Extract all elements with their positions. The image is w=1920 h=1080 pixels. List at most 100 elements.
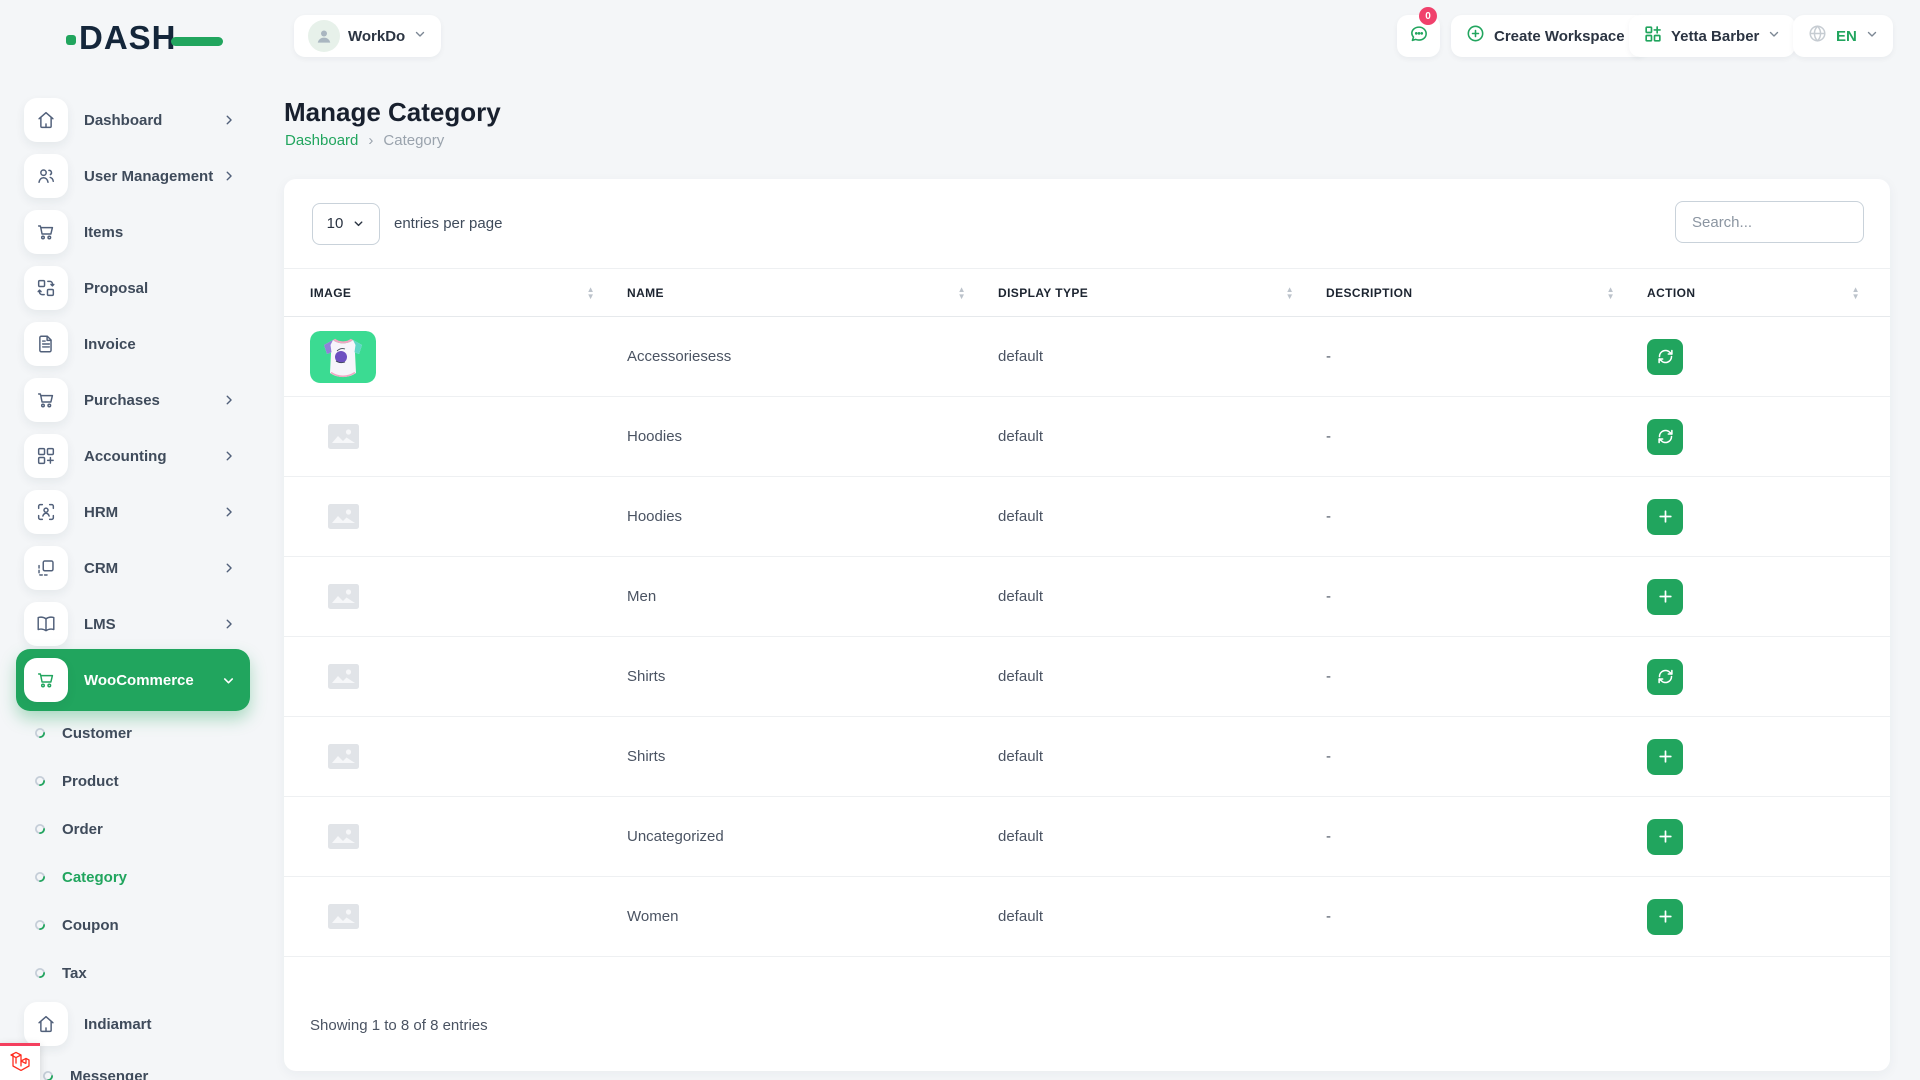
chat-bubble-icon xyxy=(1408,23,1430,50)
image-cell xyxy=(284,557,617,637)
chevron-right-icon xyxy=(222,505,236,519)
sidebar-item-messenger[interactable]: Messenger xyxy=(16,1048,250,1080)
language-menu[interactable]: EN xyxy=(1793,15,1893,57)
cart-icon xyxy=(24,378,68,422)
sidebar-subitem-coupon[interactable]: Coupon xyxy=(16,901,250,949)
sidebar-item-label: Dashboard xyxy=(84,112,222,129)
sidebar-item-crm[interactable]: CRM xyxy=(16,540,250,596)
name-cell: Shirts xyxy=(617,637,988,717)
action-cell xyxy=(1637,557,1890,637)
column-header-image[interactable]: IMAGE▲▼ xyxy=(284,269,617,317)
refresh-button[interactable] xyxy=(1647,659,1683,695)
sidebar-item-invoice[interactable]: Invoice xyxy=(16,316,250,372)
add-button[interactable] xyxy=(1647,579,1683,615)
bullet-icon xyxy=(34,775,46,787)
sidebar-item-dashboard[interactable]: Dashboard xyxy=(16,92,250,148)
home-icon xyxy=(24,98,68,142)
column-header-label: NAME xyxy=(627,286,664,300)
plus-icon xyxy=(1657,828,1674,845)
action-cell xyxy=(1637,717,1890,797)
bullet-icon xyxy=(34,727,46,739)
description-cell: - xyxy=(1316,797,1637,877)
sidebar-subitem-customer[interactable]: Customer xyxy=(16,709,250,757)
image-cell xyxy=(284,317,617,397)
sidebar-item-indiamart[interactable]: Indiamart xyxy=(16,996,250,1052)
name-cell: Women xyxy=(617,877,988,957)
sidebar-item-label: Purchases xyxy=(84,392,222,409)
sidebar-item-lms[interactable]: LMS xyxy=(16,596,250,652)
search-input[interactable] xyxy=(1675,201,1864,243)
create-workspace-button[interactable]: Create Workspace xyxy=(1451,15,1647,57)
table-row: Hoodiesdefault- xyxy=(284,397,1890,477)
sidebar-item-label: Proposal xyxy=(84,280,250,297)
sidebar-subitem-label: Customer xyxy=(62,725,132,742)
sidebar-item-purchases[interactable]: Purchases xyxy=(16,372,250,428)
column-header-display-type[interactable]: DISPLAY TYPE▲▼ xyxy=(988,269,1316,317)
plus-icon xyxy=(1657,748,1674,765)
invoice-icon xyxy=(24,322,68,366)
chevron-down-icon xyxy=(413,27,427,46)
sidebar-item-proposal[interactable]: Proposal xyxy=(16,260,250,316)
image-cell xyxy=(284,477,617,557)
name-cell: Men xyxy=(617,557,988,637)
image-placeholder-icon xyxy=(310,584,376,609)
refresh-icon xyxy=(1657,668,1674,685)
refresh-button[interactable] xyxy=(1647,339,1683,375)
chevron-down-icon xyxy=(1865,27,1879,46)
description-cell: - xyxy=(1316,477,1637,557)
sidebar-subitem-label: Tax xyxy=(62,965,87,982)
user-menu[interactable]: Yetta Barber xyxy=(1629,15,1795,57)
chevron-right-icon xyxy=(222,561,236,575)
refresh-button[interactable] xyxy=(1647,419,1683,455)
sort-arrows-icon: ▲▼ xyxy=(1286,286,1294,300)
bullet-icon xyxy=(42,1070,54,1080)
display-type-cell: default xyxy=(988,317,1316,397)
sidebar-subitem-label: Order xyxy=(62,821,103,838)
workspace-name: WorkDo xyxy=(348,28,405,45)
add-button[interactable] xyxy=(1647,899,1683,935)
image-placeholder-icon xyxy=(310,744,376,769)
breadcrumb-dashboard-link[interactable]: Dashboard xyxy=(285,132,358,149)
sidebar-item-label: Indiamart xyxy=(84,1016,250,1033)
sidebar-subitem-order[interactable]: Order xyxy=(16,805,250,853)
user-avatar-icon xyxy=(308,20,340,52)
add-button[interactable] xyxy=(1647,499,1683,535)
name-cell: Accessoriesess xyxy=(617,317,988,397)
sidebar-item-items[interactable]: Items xyxy=(16,204,250,260)
sidebar-item-label: Items xyxy=(84,224,250,241)
image-placeholder-icon xyxy=(310,664,376,689)
sidebar-item-label: WooCommerce xyxy=(84,672,221,689)
column-header-action[interactable]: ACTION▲▼ xyxy=(1637,269,1890,317)
display-type-cell: default xyxy=(988,477,1316,557)
add-button[interactable] xyxy=(1647,819,1683,855)
sidebar-item-label: LMS xyxy=(84,616,222,633)
action-cell xyxy=(1637,877,1890,957)
column-header-name[interactable]: NAME▲▼ xyxy=(617,269,988,317)
sidebar-subitem-label: Coupon xyxy=(62,917,119,934)
entries-per-page-label: entries per page xyxy=(394,215,502,232)
refresh-icon xyxy=(1657,348,1674,365)
sidebar-subitem-tax[interactable]: Tax xyxy=(16,949,250,997)
entries-per-page-select[interactable]: 10 xyxy=(312,203,380,245)
sidebar-item-hrm[interactable]: HRM xyxy=(16,484,250,540)
sidebar-subitem-category[interactable]: Category xyxy=(16,853,250,901)
sort-arrows-icon: ▲▼ xyxy=(1607,286,1615,300)
sidebar-subitem-label: Category xyxy=(62,869,127,886)
breadcrumb: Dashboard › Category xyxy=(285,132,444,149)
app-logo[interactable]: DASH xyxy=(66,16,223,60)
laravel-debugbar-button[interactable] xyxy=(0,1043,40,1080)
sidebar-item-woocommerce[interactable]: WooCommerce xyxy=(16,649,250,711)
add-button[interactable] xyxy=(1647,739,1683,775)
logo-dot xyxy=(66,35,76,45)
table-row: Mendefault- xyxy=(284,557,1890,637)
workspace-switcher[interactable]: WorkDo xyxy=(294,15,441,57)
column-header-description[interactable]: DESCRIPTION▲▼ xyxy=(1316,269,1637,317)
sidebar-subitem-label: Product xyxy=(62,773,119,790)
sidebar-item-accounting[interactable]: Accounting xyxy=(16,428,250,484)
name-cell: Shirts xyxy=(617,717,988,797)
sidebar-item-user-management[interactable]: User Management xyxy=(16,148,250,204)
sidebar-subitem-product[interactable]: Product xyxy=(16,757,250,805)
action-cell xyxy=(1637,317,1890,397)
display-type-cell: default xyxy=(988,797,1316,877)
breadcrumb-separator: › xyxy=(368,132,373,149)
